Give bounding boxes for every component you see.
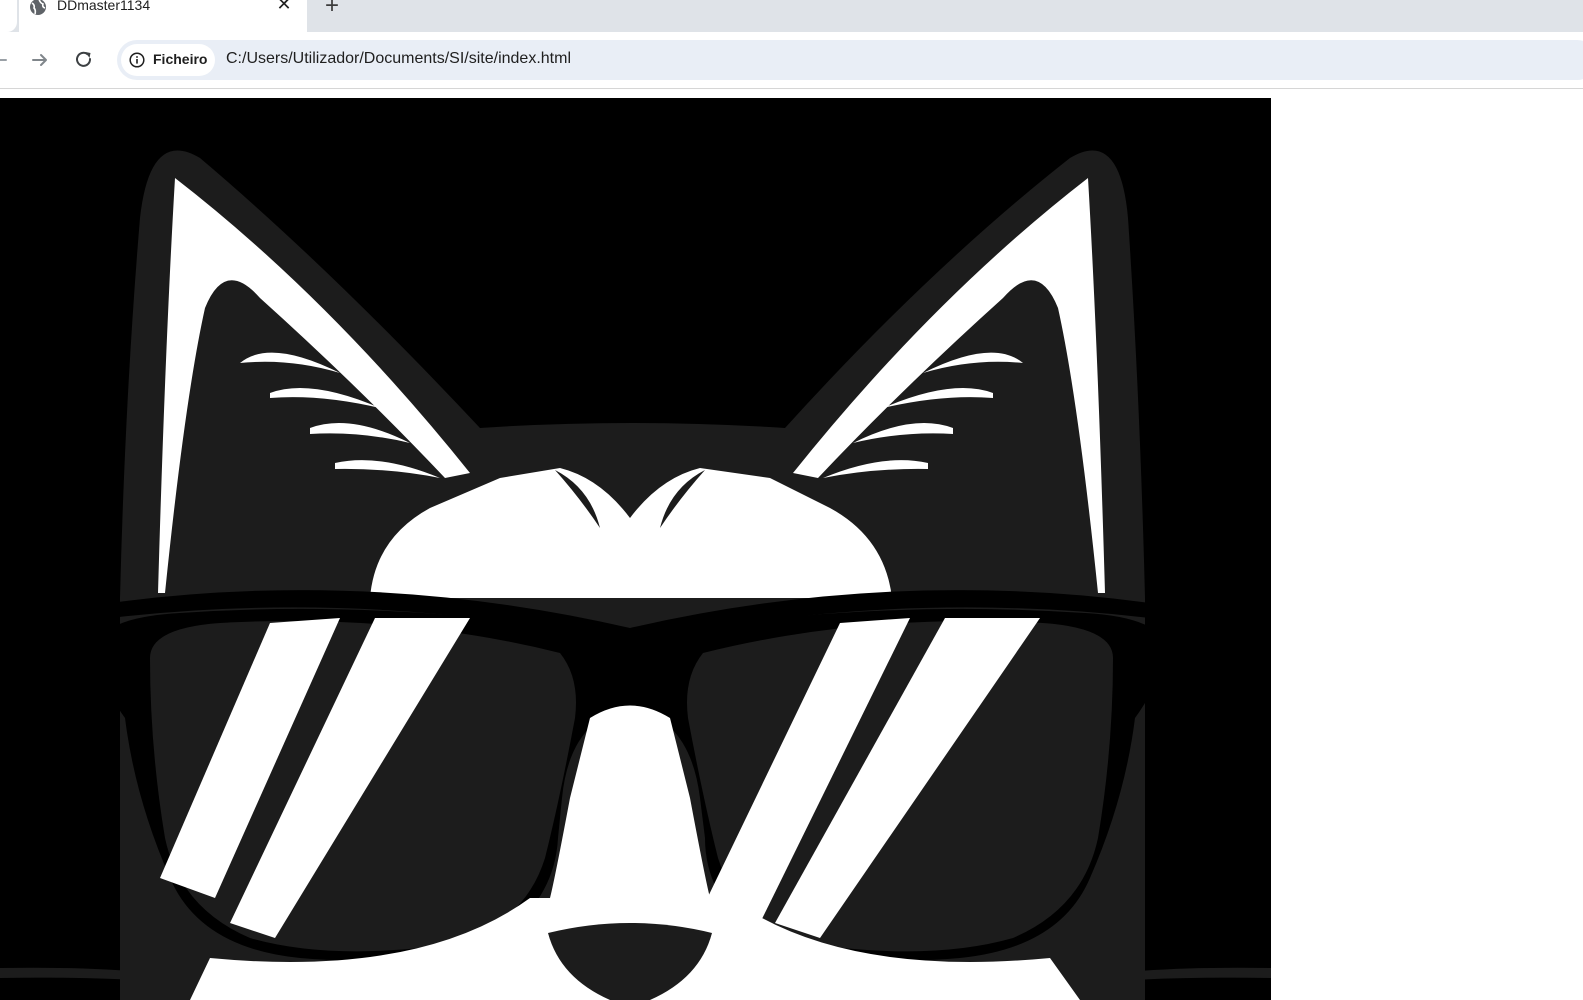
tab-title: DDmaster1134	[57, 0, 151, 13]
reload-icon[interactable]	[70, 46, 98, 74]
cat-sunglasses-image	[0, 98, 1271, 1000]
cat-illustration	[0, 98, 1271, 1000]
page-viewport	[0, 89, 1583, 1000]
browser-window: DDmaster1134 ✕ + Ficheiro C:/Users/Utili…	[0, 0, 1583, 1000]
info-icon	[129, 52, 145, 68]
address-bar[interactable]: Ficheiro C:/Users/Utilizador/Documents/S…	[117, 40, 1583, 80]
back-arrow-icon[interactable]	[0, 46, 14, 74]
globe-icon	[29, 0, 47, 16]
tab-strip: DDmaster1134 ✕ +	[0, 0, 1583, 32]
site-info-label: Ficheiro	[153, 51, 208, 67]
forward-arrow-icon[interactable]	[26, 46, 54, 74]
previous-tab-edge[interactable]	[0, 0, 17, 32]
browser-toolbar: Ficheiro C:/Users/Utilizador/Documents/S…	[0, 32, 1583, 89]
close-icon[interactable]: ✕	[275, 0, 293, 13]
site-info-chip[interactable]: Ficheiro	[121, 44, 215, 76]
url-text[interactable]: C:/Users/Utilizador/Documents/SI/site/in…	[226, 50, 571, 68]
tab-active[interactable]: DDmaster1134 ✕	[19, 0, 307, 32]
plus-icon[interactable]: +	[320, 0, 344, 18]
